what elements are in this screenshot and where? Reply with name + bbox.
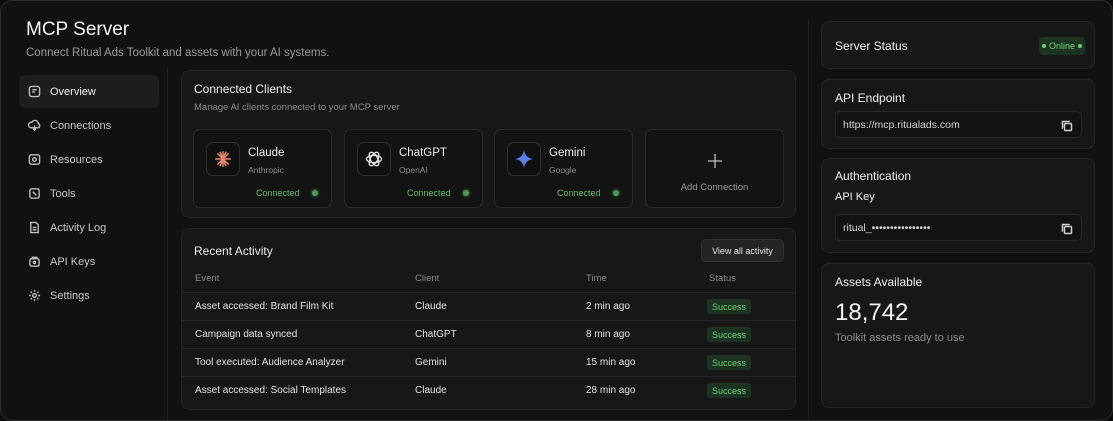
cell-client: Claude (415, 301, 447, 312)
tools-icon (28, 187, 41, 200)
recent-activity-title: Recent Activity (194, 244, 273, 258)
sidebar-item-tools[interactable]: Tools (19, 177, 159, 210)
sidebar-item-label: Activity Log (50, 221, 107, 234)
page-title: MCP Server (26, 19, 130, 40)
sidebar-item-label: Overview (50, 85, 96, 98)
client-vendor: Anthropic (248, 165, 284, 175)
assets-subtitle: Toolkit assets ready to use (835, 332, 965, 344)
client-card-chatgpt[interactable]: ChatGPT OpenAI Connected (344, 129, 483, 208)
column-header-time: Time (586, 273, 607, 284)
status-dot-icon (1078, 44, 1082, 48)
cell-time: 15 min ago (586, 357, 636, 368)
plus-icon (708, 154, 722, 168)
client-card-claude[interactable]: Claude Anthropic Connected (193, 129, 332, 208)
client-name: Claude (248, 147, 285, 159)
api-endpoint-title: API Endpoint (835, 91, 906, 105)
client-status: Connected (557, 188, 601, 198)
cell-client: Claude (415, 385, 447, 396)
sidebar-item-label: Tools (50, 187, 76, 200)
authentication-title: Authentication (835, 169, 912, 183)
sidebar-item-label: Settings (50, 289, 90, 302)
api-key-field[interactable]: ritual_•••••••••••••••• (835, 214, 1082, 241)
connected-clients-subtitle: Manage AI clients connected to your MCP … (194, 102, 400, 113)
table-row: Asset accessed: Social Templates Claude … (181, 376, 796, 404)
client-name: Gemini (549, 147, 586, 159)
status-badge: Success (707, 383, 752, 398)
api-endpoint-field[interactable]: https://mcp.ritualads.com (835, 111, 1082, 138)
cell-time: 2 min ago (586, 301, 630, 312)
client-name: ChatGPT (399, 147, 447, 159)
connected-clients-title: Connected Clients (194, 82, 293, 96)
client-status: Connected (407, 188, 451, 198)
cell-event: Tool executed: Audience Analyzer (195, 357, 345, 368)
status-dot-icon (312, 190, 318, 196)
table-row: Campaign data synced ChatGPT 8 min ago S… (181, 320, 796, 348)
right-column-divider (808, 19, 809, 419)
table-row: Asset accessed: Brand Film Kit Claude 2 … (181, 292, 796, 320)
key-icon (28, 255, 41, 268)
api-endpoint-value: https://mcp.ritualads.com (843, 119, 960, 131)
status-dot-icon (1041, 44, 1046, 48)
cell-time: 28 min ago (586, 385, 636, 396)
online-status-badge: Online (1039, 37, 1085, 55)
activity-log-icon (28, 221, 41, 234)
copy-icon (1061, 120, 1073, 132)
cell-event: Asset accessed: Social Templates (195, 385, 347, 396)
assets-count: 18,742 (835, 299, 909, 326)
connections-icon (28, 119, 41, 132)
assets-available-title: Assets Available (835, 275, 923, 289)
chatgpt-icon (357, 142, 391, 176)
online-status-label: Online (1048, 41, 1075, 51)
overview-icon (28, 85, 41, 98)
sidebar-item-connections[interactable]: Connections (19, 109, 159, 142)
add-connection-label: Add Connection (680, 182, 749, 193)
column-header-event: Event (195, 273, 220, 284)
table-row: Tool executed: Audience Analyzer Gemini … (181, 348, 796, 376)
cell-client: ChatGPT (415, 329, 457, 340)
sidebar-item-label: Connections (50, 119, 112, 132)
sidebar-item-resources[interactable]: Resources (19, 143, 159, 176)
gemini-icon (507, 142, 541, 176)
claude-icon (206, 142, 240, 176)
sidebar-item-label: API Keys (50, 255, 96, 268)
client-status: Connected (256, 188, 300, 198)
column-header-client: Client (415, 273, 440, 284)
app-window: MCP Server Connect Ritual Ads Toolkit an… (0, 0, 1113, 421)
cell-event: Asset accessed: Brand Film Kit (195, 301, 334, 312)
sidebar-item-api-keys[interactable]: API Keys (19, 245, 159, 278)
copy-api-key-button[interactable] (1061, 222, 1073, 235)
column-header-status: Status (709, 273, 736, 284)
sidebar-divider (167, 67, 168, 420)
add-connection-button[interactable]: Add Connection (645, 129, 784, 208)
settings-icon (28, 289, 41, 302)
api-key-label: API Key (835, 191, 875, 203)
page-subtitle: Connect Ritual Ads Toolkit and assets wi… (26, 47, 330, 59)
sidebar-item-settings[interactable]: Settings (19, 279, 159, 312)
sidebar-item-label: Resources (50, 153, 103, 166)
client-card-gemini[interactable]: Gemini Google Connected (494, 129, 633, 208)
sidebar-item-overview[interactable]: Overview (19, 75, 159, 108)
status-dot-icon (613, 190, 619, 196)
status-badge: Success (707, 299, 752, 314)
sidebar-item-activity-log[interactable]: Activity Log (19, 211, 159, 244)
api-key-value: ritual_•••••••••••••••• (843, 222, 931, 234)
client-vendor: Google (549, 165, 577, 175)
status-badge: Success (707, 355, 752, 370)
cell-time: 8 min ago (586, 329, 630, 340)
resources-icon (28, 153, 41, 166)
client-vendor: OpenAI (399, 165, 428, 175)
copy-icon (1061, 223, 1073, 235)
view-all-activity-button[interactable]: View all activity (701, 239, 784, 262)
copy-endpoint-button[interactable] (1061, 119, 1073, 132)
cell-event: Campaign data synced (195, 329, 298, 340)
status-badge: Success (707, 327, 752, 342)
cell-client: Gemini (415, 357, 447, 368)
server-status-title: Server Status (835, 39, 908, 53)
sidebar: Overview Connections Resources Tools Act… (19, 75, 159, 313)
status-dot-icon (463, 190, 469, 196)
